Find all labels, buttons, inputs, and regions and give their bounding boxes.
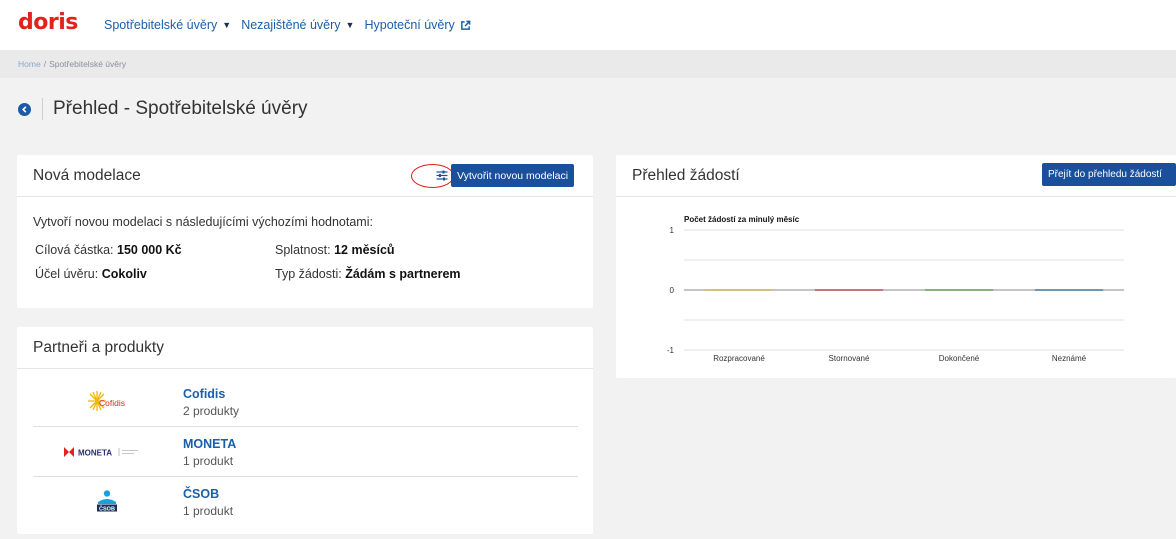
partner-row-cofidis: Cofidis Cofidis 2 produkty — [33, 377, 578, 427]
amount-field: Cílová částka: 150 000 Kč — [35, 243, 182, 257]
prehled-zadosti-card: Přehled žádostí Přejít do přehledu žádos… — [616, 155, 1176, 378]
breadcrumb: Home / Spotřebitelské úvěry — [0, 50, 1176, 78]
partners-card: Partneři a produkty Cofidis Cofidis 2 pr… — [17, 327, 593, 534]
chart-y-tick-label: 1 — [670, 226, 675, 235]
chart-bar — [924, 289, 994, 291]
csob-logo-text: ČSOB — [99, 505, 115, 512]
purpose-value: Cokoliv — [101, 267, 147, 281]
partner-name-csob[interactable]: ČSOB — [183, 487, 219, 501]
amount-label: Cílová částka: — [35, 243, 114, 257]
page-header: Přehled - Spotřebitelské úvěry — [18, 96, 308, 122]
main-nav: Spotřebitelské úvěry ▼ Nezajištěné úvěry… — [104, 0, 471, 50]
cofidis-logo: Cofidis — [33, 377, 181, 427]
chart-y-ticks: 1 0 -1 — [667, 226, 675, 355]
purpose-field: Účel úvěru: Cokoliv — [35, 267, 147, 281]
partner-count: 1 produkt — [183, 504, 234, 518]
card-header: Přehled žádostí Přejít do přehledu žádos… — [616, 155, 1176, 197]
chart-bar — [814, 289, 884, 291]
breadcrumb-current: Spotřebitelské úvěry — [49, 59, 127, 69]
card-header: Nová modelace Vytvořit novou modelaci — [17, 155, 593, 197]
nav-label: Spotřebitelské úvěry — [104, 18, 218, 32]
purpose-label: Účel úvěru: — [35, 267, 99, 281]
go-to-overview-button[interactable]: Přejít do přehledu žádostí — [1042, 163, 1176, 186]
card-title: Nová modelace — [33, 166, 141, 184]
caret-down-icon: ▼ — [345, 20, 355, 30]
kv-row: Cílová částka: 150 000 Kč Splatnost: 12 … — [33, 243, 577, 267]
chart-y-tick-label: -1 — [667, 346, 675, 355]
cofidis-logo-text: Cofidis — [99, 398, 125, 408]
kv-row: Účel úvěru: Cokoliv Typ žádosti: Žádám s… — [33, 267, 577, 291]
card-title: Přehled žádostí — [632, 166, 740, 184]
external-link-icon — [460, 20, 471, 30]
card-header: Partneři a produkty — [17, 327, 593, 369]
chart-title: Počet žádostí za minulý měsíc — [684, 215, 800, 224]
chart-x-tick-label: Rozpracované — [713, 354, 765, 363]
chart-x-tick-label: Dokončené — [939, 354, 980, 363]
partner-name-cofidis[interactable]: Cofidis — [183, 387, 225, 401]
nav-item-hypotecni[interactable]: Hypoteční úvěry — [364, 18, 471, 32]
partner-name-moneta[interactable]: MONETA — [183, 437, 236, 451]
caret-down-icon: ▼ — [222, 20, 232, 30]
chart-bar — [1034, 289, 1104, 291]
logo-text: doris — [18, 10, 78, 35]
maturity-label: Splatnost: — [275, 243, 331, 257]
requests-chart: 1 0 -1 Rozpracované Stornované Dokončené Nezn… — [616, 198, 1176, 378]
moneta-logo-text: MONETA — [78, 449, 112, 458]
doris-logo[interactable]: doris — [18, 10, 78, 35]
chart-x-labels: Rozpracované Stornované Dokončené Neznámé — [713, 354, 1086, 363]
partner-count: 1 produkt — [183, 454, 234, 468]
partner-row-moneta: MONETA MONETA 1 produkt — [33, 427, 578, 477]
nova-body: Vytvoří novou modelaci s následujícími v… — [17, 197, 593, 291]
moneta-logo: MONETA — [33, 427, 181, 477]
chart-svg: 1 0 -1 Rozpracované Stornované Dokončené Nezn… — [667, 215, 1124, 363]
type-field: Typ žádosti: Žádám s partnerem — [275, 267, 461, 281]
partner-count: 2 produkty — [183, 404, 240, 418]
page-title: Přehled - Spotřebitelské úvěry — [53, 98, 308, 119]
nav-label: Hypoteční úvěry — [364, 18, 455, 32]
nova-description: Vytvoří novou modelaci s následujícími v… — [33, 215, 373, 229]
nav-item-nezajistene[interactable]: Nezajištěné úvěry ▼ — [241, 18, 354, 32]
type-label: Typ žádosti: — [275, 267, 342, 281]
back-arrow-icon[interactable] — [18, 102, 31, 116]
chart-x-tick-label: Stornované — [829, 354, 870, 363]
csob-logo: ČSOB — [33, 477, 181, 527]
chart-bar — [704, 289, 774, 291]
chart-y-tick-label: 0 — [670, 286, 675, 295]
card-title: Partneři a produkty — [33, 338, 164, 356]
nav-label: Nezajištěné úvěry — [241, 18, 341, 32]
sliders-icon[interactable] — [433, 166, 451, 184]
amount-value: 150 000 Kč — [117, 243, 182, 257]
maturity-field: Splatnost: 12 měsíců — [275, 243, 395, 257]
type-value: Žádám s partnerem — [345, 267, 461, 281]
maturity-value: 12 měsíců — [334, 243, 395, 257]
chart-x-tick-label: Neznámé — [1052, 354, 1087, 363]
breadcrumb-home-link[interactable]: Home — [18, 59, 41, 69]
partner-row-csob: ČSOB ČSOB 1 produkt — [33, 477, 578, 527]
nova-modelace-card: Nová modelace Vytvořit novou modelaci Vy… — [17, 155, 593, 308]
breadcrumb-separator: / — [43, 59, 47, 69]
top-navbar: doris Spotřebitelské úvěry ▼ Nezajištěné… — [0, 0, 1176, 50]
header-divider — [42, 98, 43, 120]
nav-item-spotrebitelske[interactable]: Spotřebitelské úvěry ▼ — [104, 18, 231, 32]
create-modelace-button[interactable]: Vytvořit novou modelaci — [451, 164, 575, 187]
